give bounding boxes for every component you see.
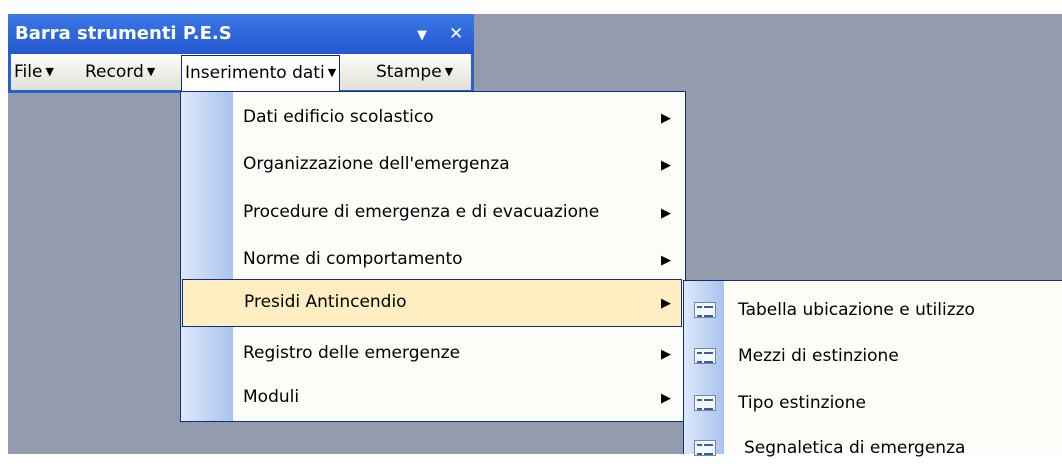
submenu-arrow-icon: ▶ [661,158,671,173]
menu-item-procedure[interactable]: Procedure di emergenza e di evacuazione … [183,189,683,237]
submenu-arrow-icon: ▶ [661,347,671,362]
menu-inserimento-dati-label: Inserimento dati [185,63,325,83]
submenu-arrow-icon: ▶ [661,206,671,221]
menu-stampe[interactable]: Stampe ▼ [373,55,456,89]
menu-item-label: Tabella ubicazione e utilizzo [738,300,975,320]
form-icon [694,395,716,411]
submenu-arrow-icon: ▶ [661,253,671,268]
menu-item-norme[interactable]: Norme di comportamento ▶ [183,236,683,284]
menu-record[interactable]: Record ▼ [82,55,158,89]
presidi-antincendio-submenu: Tabella ubicazione e utilizzo Mezzi di e… [683,280,1062,458]
submenu-arrow-icon: ▶ [661,296,671,311]
inserimento-dati-dropdown: Dati edificio scolastico ▶ Organizzazion… [180,91,686,422]
chevron-down-icon: ▼ [146,65,156,78]
menu-item-label: Mezzi di estinzione [738,346,899,366]
menu-inserimento-dati[interactable]: Inserimento dati ▼ [181,55,341,91]
submenu-item-segnaletica[interactable]: Segnaletica di emergenza [686,425,1062,473]
menu-item-label: Presidi Antincendio [244,292,407,312]
submenu-item-tipo-estinzione[interactable]: Tipo estinzione [686,380,1062,428]
menu-file-label: File [14,62,43,82]
menu-item-organizzazione[interactable]: Organizzazione dell'emergenza ▶ [183,141,683,189]
form-icon [694,302,716,318]
chevron-down-icon: ▼ [444,65,454,78]
submenu-item-tabella-ubicazione[interactable]: Tabella ubicazione e utilizzo [686,287,1062,335]
toolbar-titlebar[interactable]: Barra strumenti P.E.S ▼ ✕ [8,14,474,54]
floating-toolbar: Barra strumenti P.E.S ▼ ✕ File ▼ Record ▼ … [8,14,474,93]
menu-file[interactable]: File ▼ [11,55,57,89]
submenu-arrow-icon: ▶ [661,111,671,126]
close-icon[interactable]: ✕ [449,24,463,44]
chevron-down-icon: ▼ [327,66,337,79]
menu-item-label: Segnaletica di emergenza [744,438,966,458]
toolbar-title: Barra strumenti P.E.S [15,23,232,44]
chevron-down-icon: ▼ [45,65,54,78]
menu-item-label: Procedure di emergenza e di evacuazione [243,202,600,222]
toolbar-options-dropdown-icon[interactable]: ▼ [417,28,427,43]
form-icon [694,348,716,364]
toolbar-menubar: File ▼ Record ▼ Inserimento dati ▼ Stampe ▼ [11,54,471,91]
menu-item-label: Organizzazione dell'emergenza [243,154,510,174]
menu-item-dati-edificio[interactable]: Dati edificio scolastico ▶ [183,94,683,142]
menu-item-label: Moduli [243,387,300,407]
submenu-arrow-icon: ▶ [661,391,671,406]
menu-item-moduli[interactable]: Moduli ▶ [183,374,683,422]
menu-record-label: Record [85,62,144,82]
menu-item-label: Dati edificio scolastico [243,107,434,127]
submenu-item-mezzi-estinzione[interactable]: Mezzi di estinzione [686,333,1062,381]
menu-stampe-label: Stampe [376,62,442,82]
menu-item-label: Tipo estinzione [738,393,866,413]
menu-item-registro[interactable]: Registro delle emergenze ▶ [183,330,683,378]
menu-item-label: Registro delle emergenze [243,343,461,363]
menu-item-label: Norme di comportamento [243,249,463,269]
menu-item-presidi-antincendio[interactable]: Presidi Antincendio ▶ [182,279,682,327]
